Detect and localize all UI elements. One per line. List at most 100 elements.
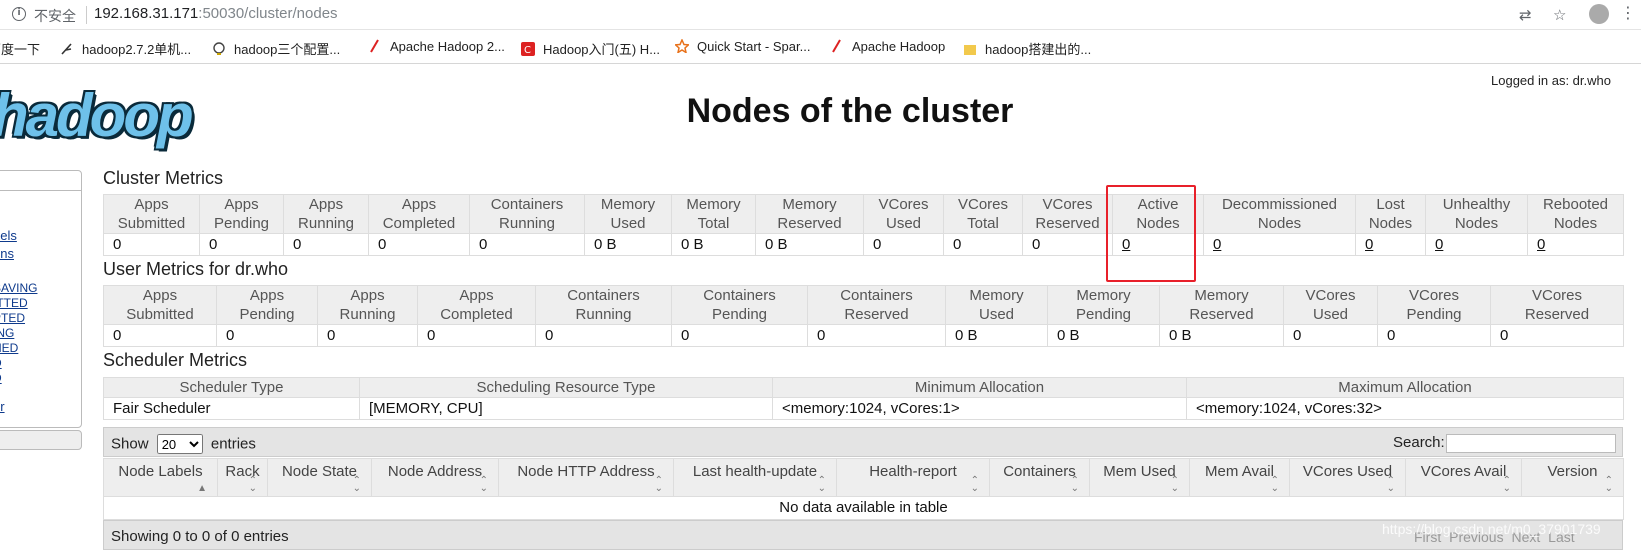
metric-value: 0 [469,233,585,256]
security-label[interactable]: 不安全 [34,6,76,26]
sortable-column-header[interactable]: Health-report ⌃ ⌄ [836,458,990,497]
bookmark-label: 百度一下 [0,42,41,57]
nav-link-submitted[interactable]: ITTED [0,296,28,310]
nav-link-scheduler[interactable]: er [0,399,5,414]
bookmark-item[interactable]: hadoop三个配置... [212,39,340,58]
column-header: Apps Pending [216,285,318,325]
header-line: Containers [703,287,776,304]
metric-value: 0 [807,324,946,347]
column-header: Active Nodes [1112,194,1204,234]
metric-value: <memory:1024, vCores:1> [772,397,1187,420]
metric-value: 0 B [1159,324,1284,347]
bookmark-item[interactable]: hadoop2.7.2单机... [60,39,191,58]
metric-value: 0 [1112,233,1204,256]
star-icon [675,39,689,53]
profile-avatar[interactable] [1589,4,1609,24]
empty-table-message: No data available in table [103,496,1624,520]
metric-value: 0 B [671,233,756,256]
bookmark-item[interactable]: 百度一下 [0,39,40,58]
sortable-column-header[interactable]: VCores Avail ⌃ ⌄ [1405,458,1522,497]
column-header: VCores Used [1283,285,1378,325]
bookmark-label: Hadoop入门(五) H... [543,42,661,57]
show-label: Show [111,435,149,453]
left-nav: bels ons SAVING ITTED PTED ING HED D D e… [0,170,82,428]
header-line: Used [978,306,1015,323]
node-count-link[interactable]: 0 [1365,236,1373,253]
csdn-icon: C [521,42,535,56]
nav-tools-tab[interactable] [0,430,82,450]
node-count-link[interactable]: 0 [1213,236,1221,253]
column-label: VCores Avail [1420,463,1507,480]
header-line: Used [1312,306,1349,323]
translate-icon[interactable]: ⇄ [1519,6,1532,24]
sortable-column-header[interactable]: Rack ⌃ ⌄ [217,458,268,497]
nodes-table: Node Labels ▲ Rack ⌃ ⌄ Node State ⌃ ⌄ Node Add… [103,458,1624,520]
nav-link-killed[interactable]: D [0,371,2,385]
nodes-header-row: Node Labels ▲ Rack ⌃ ⌄ Node State ⌃ ⌄ Node Add… [103,458,1624,497]
nav-link-applications[interactable]: ons [0,246,14,261]
column-label: Node State [281,463,358,480]
user-metrics-header-row: Apps Submitted Apps Pending Apps Running Apps C… [103,285,1624,325]
logged-in-label: Logged in as: dr.who [1491,73,1611,88]
header-line: Unhealthy [1442,196,1511,213]
bookmark-item[interactable]: hadoop搭建出的... [963,39,1091,58]
metric-value: 0 [368,233,470,256]
header-line: Running [575,306,632,323]
sort-both-icon: ⌃ ⌄ [1070,475,1079,494]
column-header: Maximum Allocation [1186,377,1624,398]
scheduler-metrics-title: Scheduler Metrics [103,350,248,370]
header-line: Nodes [1257,215,1302,232]
sortable-column-header[interactable]: Version ⌃ ⌄ [1521,458,1624,497]
nav-link-finished[interactable]: HED [0,341,18,355]
sortable-column-header[interactable]: Node State ⌃ ⌄ [267,458,372,497]
column-header: Apps Completed [368,194,470,234]
nav-link-running[interactable]: ING [0,326,14,340]
sortable-column-header[interactable]: Mem Used ⌃ ⌄ [1089,458,1190,497]
sortable-column-header[interactable]: Node Address ⌃ ⌄ [371,458,499,497]
node-count-link[interactable]: 0 [1122,236,1130,253]
search-input[interactable] [1446,434,1616,453]
column-label: Containers [1003,463,1076,480]
sortable-column-header[interactable]: Node HTTP Address ⌃ ⌄ [498,458,674,497]
nav-link-new-saving[interactable]: SAVING [0,281,37,295]
header-line: Apps [142,287,178,304]
watermark: https://blog.csdn.net/m0_37901739 [1382,521,1601,537]
bookmark-item[interactable]: Quick Start - Spar... [675,39,810,54]
more-menu-icon[interactable]: ⋮ [1620,3,1636,23]
column-header: Memory Reserved [755,194,864,234]
sortable-column-header[interactable]: Node Labels ▲ [103,458,218,497]
column-header: Containers Running [469,194,585,234]
info-icon[interactable]: i [12,7,26,21]
url-field[interactable]: 192.168.31.171:50030/cluster/nodes [94,5,338,22]
cluster-metrics-header-row: Apps Submitted Apps Pending Apps Running Apps C… [103,194,1624,234]
metric-value: 0 [103,233,200,256]
sortable-column-header[interactable]: Last health-update ⌃ ⌄ [673,458,837,497]
bookmark-label: hadoop2.7.2单机... [82,42,192,57]
bookmark-star-icon[interactable]: ☆ [1553,6,1566,24]
bookmark-item[interactable]: Apache Hadoop 2... [368,39,505,54]
page-length-select[interactable]: 20 [156,434,203,454]
header-line: Submitted [117,215,186,232]
metric-value: 0 [1283,324,1378,347]
sortable-column-header[interactable]: Mem Avail ⌃ ⌄ [1189,458,1290,497]
sortable-column-header[interactable]: VCores Used ⌃ ⌄ [1289,458,1406,497]
header-line: VCores [878,196,929,213]
bookmark-label: hadoop搭建出的... [985,42,1092,57]
node-count-link[interactable]: 0 [1435,236,1443,253]
nav-link-failed[interactable]: D [0,356,2,370]
bookmark-item[interactable]: C Hadoop入门(五) H... [521,39,660,58]
header-line: Apps [401,196,437,213]
nav-link-accepted[interactable]: PTED [0,311,25,325]
bookmarks-bar: 百度一下 hadoop2.7.2单机... hadoop三个配置... Apac… [0,30,1641,64]
bookmark-item[interactable]: Apache Hadoop [830,39,945,54]
metric-value: 0 [216,324,318,347]
metric-value: [MEMORY, CPU] [359,397,773,420]
nav-link-node-labels[interactable]: bels [0,228,17,243]
sortable-column-header[interactable]: Containers ⌃ ⌄ [989,458,1090,497]
column-label: Node HTTP Address [517,463,655,480]
node-count-link[interactable]: 0 [1537,236,1545,253]
column-header: Lost Nodes [1355,194,1426,234]
cluster-metrics-value-row: 000000 B0 B0 B00000000 [103,233,1624,256]
column-label: Node Address [387,463,483,480]
nav-header[interactable] [0,171,81,191]
